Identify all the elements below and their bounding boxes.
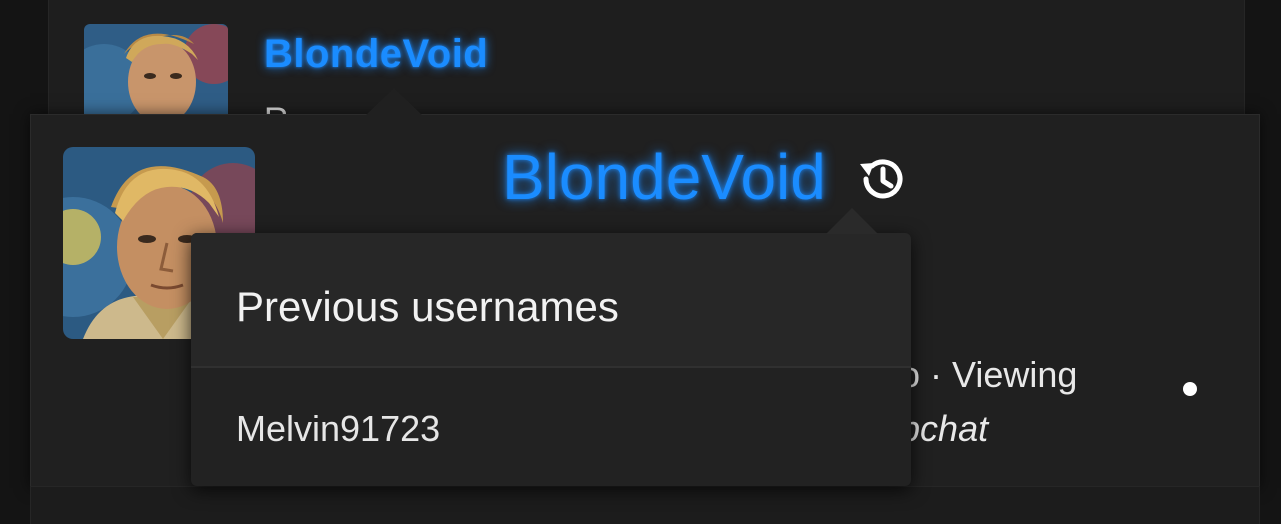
decorative-speck (1183, 382, 1197, 396)
previous-usernames-dropdown: Previous usernames Melvin91723 (191, 233, 911, 486)
user-card-arrow (366, 88, 422, 115)
background-username[interactable]: BlondeVoid (264, 32, 488, 77)
background-avatar[interactable] (84, 24, 228, 114)
background-cut-text: R (264, 100, 289, 114)
avatar-photo-icon (84, 24, 228, 114)
dropdown-title: Previous usernames (191, 233, 911, 368)
page: BlondeVoid R BlondeVoid go · Viewing apc… (0, 0, 1281, 524)
user-card-username[interactable]: BlondeVoid (502, 140, 826, 214)
previous-username-item[interactable]: Melvin91723 (191, 368, 911, 486)
user-card-footer (30, 486, 1260, 524)
history-icon[interactable] (856, 154, 906, 204)
dropdown-arrow (826, 208, 878, 234)
